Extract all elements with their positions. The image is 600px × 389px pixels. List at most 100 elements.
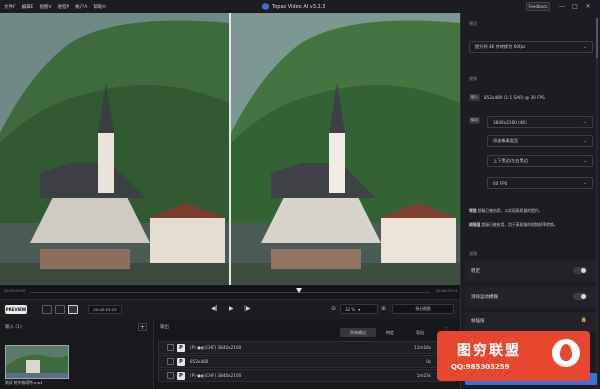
chevron-down-icon: ⌄: [582, 138, 587, 144]
menu-process[interactable]: 进程P: [58, 4, 70, 10]
row-checkbox[interactable]: [167, 358, 174, 365]
maximize-icon[interactable]: □: [571, 2, 579, 11]
original-frame-image: [0, 13, 229, 285]
output-duration: 11m16s: [414, 345, 431, 350]
watermark-banner: 图穷联盟 QQ:985303259: [437, 331, 590, 381]
playhead-icon[interactable]: [296, 288, 302, 293]
menu-view[interactable]: 视图V: [39, 4, 51, 10]
zoom-select[interactable]: 32 % ▾: [340, 304, 378, 314]
sidebar-scrollbar[interactable]: [596, 18, 598, 388]
output-row-label: (P) ●◐(CHF) 3840x2160: [190, 373, 242, 378]
input-file-name: 测试 哈尔施塔特.mp4: [5, 380, 43, 385]
chevron-down-icon: ⌄: [582, 119, 587, 125]
inputs-panel: 输入 (1) + 测试 哈尔施塔特.mp4: [0, 319, 154, 389]
input-info: 输入 852x480 (1:1 SAR) @ 30 FPS: [469, 91, 593, 103]
timeline[interactable]: 00:00:00:00 00:00:33:23: [0, 285, 460, 299]
menu-account[interactable]: 帐户A: [75, 4, 87, 10]
stabilize-label: 稳定: [471, 269, 480, 274]
view-mode-select[interactable]: 拆分视图: [392, 304, 454, 314]
timeline-track[interactable]: [30, 292, 430, 293]
chevron-down-icon: ▾: [358, 306, 361, 312]
preview-file-icon: P: [177, 343, 185, 352]
menu-help[interactable]: 帮助H: [93, 4, 105, 10]
input-tag: 输入: [469, 93, 480, 101]
output-row-label: 852x480: [190, 359, 209, 364]
flame-icon: [560, 344, 572, 361]
inputs-header: 输入 (1): [5, 325, 22, 330]
menu-bar: 文件F 编辑E 视图V 进程P 帐户A 帮助H: [0, 4, 106, 10]
row-checkbox[interactable]: [167, 344, 174, 351]
outputs-panel: 输出 所有输出 待定 导出 ⋮ P (P) ●◐(CHF) 3840x2160 …: [154, 319, 460, 389]
tab-exported[interactable]: 导出: [409, 328, 431, 337]
menu-edit[interactable]: 编辑E: [22, 4, 34, 10]
timecode-field[interactable]: 00:05:23:23: [88, 305, 122, 314]
output-tag: 输出: [469, 117, 480, 124]
output-duration: 1m23s: [416, 373, 431, 378]
input-spec: 852x480 (1:1 SAR) @ 30 FPS: [484, 94, 545, 100]
output-row[interactable]: P (P) ●◐(CHF) 3840x2160 1m23s ✓ ✕: [158, 369, 456, 382]
side-by-side-icon[interactable]: [55, 305, 65, 314]
play-icon[interactable]: ▶: [229, 305, 234, 312]
next-frame-icon[interactable]: |▶: [244, 305, 251, 312]
preview-file-icon: P: [177, 357, 185, 366]
original-frame: [0, 13, 229, 285]
stabilize-filter[interactable]: 稳定: [465, 260, 597, 282]
outputs-header: 输出: [160, 325, 169, 330]
frame-interpolation-label: 帧插值: [471, 319, 485, 324]
filters-label: 滤镜: [469, 251, 477, 256]
motion-deblur-filter[interactable]: 消除运动模糊: [465, 286, 597, 308]
topaz-logo-icon: [262, 3, 269, 10]
feedback-button[interactable]: Feedback: [526, 2, 550, 11]
presets-label: 预设: [469, 21, 477, 26]
playback-controls: PREVIEW 00:05:23:23 ◀| ▶ |▶ ⊖ 32 % ▾ ⊕ 拆…: [0, 299, 460, 319]
preview-file-icon: P: [177, 371, 185, 380]
stabilize-toggle[interactable]: [573, 267, 587, 274]
topaz-video-ai-window: 文件F 编辑E 视图V 进程P 帐户A 帮助H Topaz Video AI v…: [0, 0, 600, 389]
split-view-icon[interactable]: [68, 305, 78, 314]
video-preview[interactable]: [0, 13, 460, 285]
timeline-end: 00:00:33:23: [436, 289, 458, 293]
tab-all-outputs[interactable]: 所有输出: [340, 328, 376, 337]
preset-select[interactable]: 提升到 4K 并转换为 60fps ⌄: [469, 41, 593, 53]
sidebar-scroll-thumb[interactable]: [596, 18, 598, 58]
output-row-label: (P) ●◐(CHF) 3840x2160: [190, 345, 242, 350]
pixel-type-select[interactable]: 添加像素类型 ⌄: [487, 135, 593, 147]
zoom-value: 32 %: [345, 306, 356, 312]
lock-icon: 🔒: [580, 317, 587, 323]
thumbnail-image: [6, 346, 68, 378]
enhance-note-tag: 增强: [469, 208, 477, 213]
menu-file[interactable]: 文件F: [4, 4, 16, 10]
single-view-icon[interactable]: [42, 305, 52, 314]
resolution-select[interactable]: 3840x2160 (4K) ⌄: [487, 116, 593, 128]
motion-deblur-toggle[interactable]: [573, 293, 587, 300]
close-icon[interactable]: ✕: [584, 2, 592, 11]
preview-button[interactable]: PREVIEW: [5, 305, 27, 314]
app-title: Topaz Video AI v3.2.3: [262, 3, 325, 10]
tab-pending[interactable]: 待定: [376, 328, 404, 337]
output-row[interactable]: P (P) ●◐(CHF) 3840x2160 11m16s ✓ ✕: [158, 341, 456, 354]
letterbox-select[interactable]: 上下黑边/左右黑边 ⌄: [487, 155, 593, 167]
row-checkbox[interactable]: [167, 372, 174, 379]
add-input-button[interactable]: +: [138, 323, 147, 331]
input-thumbnail[interactable]: [5, 345, 69, 379]
frame-note: 帧插值 超级已被启用，用于高质量的视频帧率转换。: [469, 222, 558, 227]
fps-select[interactable]: 60 FPS ⌄: [487, 177, 593, 189]
enhanced-frame: [231, 13, 460, 285]
timeline-start: 00:00:00:00: [4, 289, 26, 293]
enhanced-frame-image: [231, 13, 460, 285]
prev-frame-icon[interactable]: ◀|: [211, 305, 218, 312]
motion-deblur-label: 消除运动模糊: [471, 295, 498, 300]
frame-note-tag: 帧插值: [469, 222, 481, 227]
output-row[interactable]: P 852x480 0s ✕: [158, 355, 456, 368]
zoom-in-icon[interactable]: ⊕: [381, 305, 386, 312]
output-duration: 0s: [426, 359, 431, 364]
zoom-out-icon[interactable]: ⊖: [331, 305, 336, 312]
enhance-note: 增强 超级已被启用，以实现高质量的提升。: [469, 208, 543, 213]
chevron-down-icon: ⌄: [582, 44, 587, 50]
video-section-label: 视频: [469, 76, 477, 81]
title-bar: 文件F 编辑E 视图V 进程P 帐户A 帮助H Topaz Video AI v…: [0, 0, 600, 13]
frame-interpolation-filter[interactable]: 帧插值 🔒: [465, 312, 597, 332]
watermark-title: 图穷联盟: [457, 343, 521, 359]
chevron-down-icon: ⌄: [582, 158, 587, 164]
minimize-icon[interactable]: —: [558, 2, 566, 11]
